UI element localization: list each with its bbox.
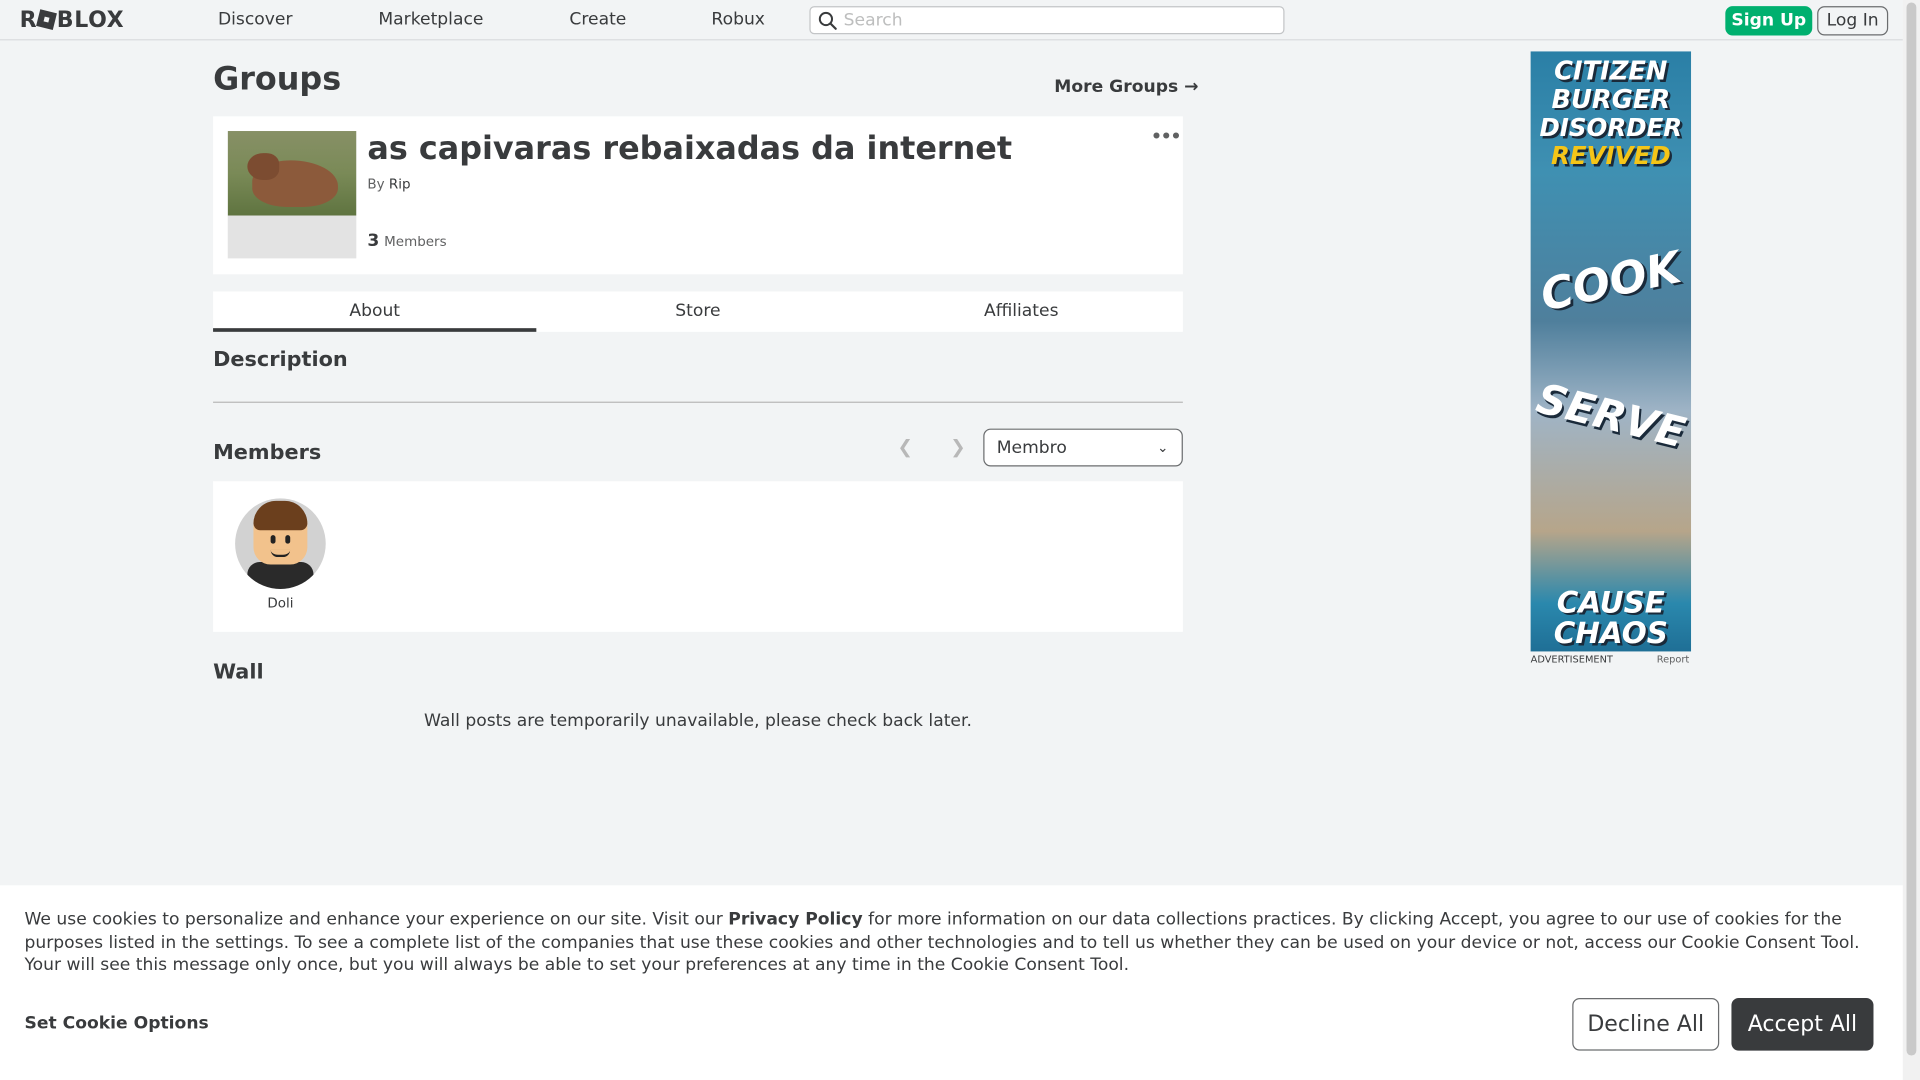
ad-text-line: COOK (1536, 242, 1686, 322)
tab-store[interactable]: Store (536, 291, 859, 331)
more-groups-link[interactable]: More Groups → (1054, 77, 1198, 97)
tab-about[interactable]: About (213, 291, 537, 332)
chevron-right-icon[interactable]: ❯ (950, 436, 965, 458)
cookie-message: We use cookies to personalize and enhanc… (24, 909, 1885, 977)
log-in-button[interactable]: Log In (1817, 6, 1889, 36)
member-name[interactable]: Doli (235, 595, 326, 611)
decline-all-button[interactable]: Decline All (1572, 997, 1720, 1051)
nav-create[interactable]: Create (569, 10, 626, 30)
privacy-policy-link[interactable]: Privacy Policy (728, 910, 862, 930)
group-header-card: as capivaras rebaixadas da internet By R… (213, 116, 1183, 275)
avatar[interactable] (235, 498, 326, 589)
member-count-number: 3 (367, 231, 380, 252)
advertisement-banner[interactable]: CITIZEN BURGER DISORDER REVIVED COOK SER… (1530, 51, 1692, 652)
page-title: Groups (213, 61, 342, 98)
ad-text-line: CHAOS (1553, 615, 1668, 651)
ad-text-line: REVIVED (1550, 140, 1671, 171)
page-scrollbar[interactable] (1902, 0, 1920, 1080)
ad-report-link[interactable]: Report (1657, 654, 1689, 665)
group-owner-prefix: By (367, 176, 385, 193)
member-count-label: Members (384, 233, 447, 250)
group-member-count: 3 Members (367, 231, 446, 251)
ad-text-line: CITIZEN (1554, 56, 1668, 86)
search-input[interactable] (843, 9, 1273, 32)
tab-affiliates[interactable]: Affiliates (860, 291, 1183, 331)
nav-marketplace[interactable]: Marketplace (378, 10, 483, 30)
group-name: as capivaras rebaixadas da internet (367, 131, 1013, 168)
cookie-text-start: We use cookies to personalize and enhanc… (24, 909, 729, 930)
group-emblem (227, 131, 357, 259)
scrollbar-thumb[interactable] (1906, 2, 1917, 1056)
role-filter-value: Membro (996, 438, 1067, 458)
avatar-hair (253, 500, 308, 531)
ad-text-line: DISORDER (1539, 112, 1683, 143)
group-tabs: About Store Affiliates (213, 291, 1183, 332)
role-filter-dropdown[interactable]: Membro ⌄ (983, 428, 1183, 467)
accept-all-button[interactable]: Accept All (1731, 997, 1874, 1051)
description-heading: Description (213, 347, 348, 373)
nav-discover[interactable]: Discover (218, 10, 293, 30)
members-list: Doli (213, 481, 1183, 632)
ad-text-line: SERVE (1531, 374, 1691, 459)
page: R BLOX Discover Marketplace Create Robux … (0, 0, 1920, 1080)
avatar-eye-right (285, 535, 291, 544)
more-icon[interactable]: ••• (1151, 127, 1181, 147)
top-navigation: R BLOX Discover Marketplace Create Robux … (0, 0, 1903, 41)
sign-up-button[interactable]: Sign Up (1725, 6, 1813, 36)
set-cookie-options-link[interactable]: Set Cookie Options (24, 1014, 208, 1034)
cookie-banner: We use cookies to personalize and enhanc… (0, 885, 1903, 1080)
ad-label: ADVERTISEMENT (1530, 653, 1613, 665)
chevron-down-icon: ⌄ (1157, 439, 1169, 456)
search-icon[interactable] (818, 11, 838, 31)
roblox-logo[interactable]: R BLOX (20, 7, 125, 33)
wall-heading: Wall (213, 660, 264, 685)
group-emblem-photo (227, 131, 357, 216)
group-owner-link[interactable]: Rip (389, 176, 411, 192)
ad-text-line: BURGER (1551, 84, 1671, 114)
capybara-head (247, 153, 280, 181)
nav-robux[interactable]: Robux (711, 10, 765, 30)
wall-unavailable-message: Wall posts are temporarily unavailable, … (424, 711, 972, 732)
avatar-eye-left (270, 535, 276, 544)
ad-text-line: CAUSE (1556, 585, 1665, 620)
search-box (809, 6, 1285, 35)
section-divider (213, 401, 1183, 403)
members-heading: Members (213, 440, 322, 466)
avatar-body (247, 562, 314, 589)
group-owner: By Rip (367, 176, 410, 192)
chevron-left-icon[interactable]: ❮ (898, 436, 913, 458)
